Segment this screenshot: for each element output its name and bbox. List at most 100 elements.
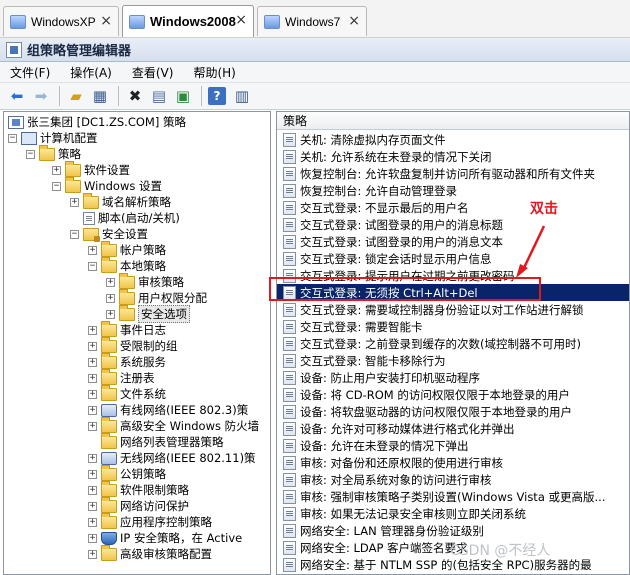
- policy-label: 审核: 对备份和还原权限的使用进行审核: [300, 455, 504, 470]
- forward-arrow-icon[interactable]: ➡: [30, 85, 52, 107]
- policy-row[interactable]: 交互式登录: 需要域控制器身份验证以对工作站进行解锁: [277, 301, 629, 318]
- back-arrow-icon[interactable]: ⬅: [6, 85, 28, 107]
- policy-row[interactable]: 设备: 允许在未登录的情况下弹出: [277, 437, 629, 454]
- expand-icon[interactable]: +: [88, 245, 97, 255]
- expand-icon[interactable]: +: [88, 501, 97, 511]
- delete-icon[interactable]: ✖: [124, 85, 146, 107]
- properties-icon[interactable]: ▤: [148, 85, 170, 107]
- expand-icon[interactable]: +: [106, 309, 115, 319]
- policy-label: 恢复控制台: 允许软盘复制并访问所有驱动器和所有文件夹: [300, 166, 596, 181]
- policy-row[interactable]: 交互式登录: 试图登录的用户的消息标题: [277, 216, 629, 233]
- tree-item-network-list[interactable]: 网络列表管理器策略: [101, 432, 224, 450]
- policy-row[interactable]: 设备: 防止用户安装打印机驱动程序: [277, 369, 629, 386]
- tree-item-app-control[interactable]: + 应用程序控制策略: [88, 512, 212, 530]
- menu-file[interactable]: 文件(F): [10, 64, 50, 81]
- expand-icon[interactable]: +: [52, 165, 61, 175]
- tree-label: 应用程序控制策略: [120, 515, 212, 529]
- folder-icon: [101, 256, 117, 273]
- collapse-icon[interactable]: −: [8, 133, 17, 143]
- expand-icon[interactable]: +: [88, 421, 97, 431]
- policy-row[interactable]: 设备: 将软盘驱动器的访问权限仅限于本地登录的用户: [277, 403, 629, 420]
- toolbar: ⬅ ➡ ▰ ▦ ✖ ▤ ▣ ? ▥: [0, 82, 630, 110]
- tab-windowsxp[interactable]: WindowsXP ×: [3, 6, 119, 36]
- tree-item-computer-config[interactable]: − 计算机配置: [8, 130, 98, 146]
- expand-icon[interactable]: +: [88, 357, 97, 367]
- tree-item-public-key[interactable]: + 公钥策略: [88, 464, 166, 482]
- tree-item-root[interactable]: 张三集团 [DC1.ZS.COM] 策略: [8, 114, 186, 130]
- menu-action[interactable]: 操作(A): [70, 64, 112, 81]
- collapse-icon[interactable]: −: [52, 181, 61, 191]
- policy-row[interactable]: 审核: 如果无法记录安全审核则立即关闭系统: [277, 505, 629, 522]
- tree-item-software-settings[interactable]: + 软件设置: [52, 160, 130, 178]
- policy-row[interactable]: 设备: 将 CD-ROM 的访问权限仅限于本地登录的用户: [277, 386, 629, 403]
- menu-view[interactable]: 查看(V): [132, 64, 174, 81]
- tree-label: 文件系统: [120, 387, 166, 401]
- expand-icon[interactable]: +: [70, 197, 79, 207]
- tree-item-ipsec[interactable]: + IP 安全策略，在 Active: [88, 530, 242, 546]
- expand-icon[interactable]: +: [88, 373, 97, 383]
- tree-item-security-options[interactable]: + 安全选项: [106, 304, 190, 323]
- tree-item-advanced-firewall[interactable]: + 高级安全 Windows 防火墙: [88, 416, 259, 434]
- expand-icon[interactable]: +: [88, 517, 97, 527]
- column-header-policy[interactable]: 策略: [277, 112, 629, 130]
- policy-row[interactable]: 交互式登录: 锁定会话时显示用户信息: [277, 250, 629, 267]
- policy-setting-icon: [283, 336, 296, 351]
- expand-icon[interactable]: +: [106, 277, 115, 287]
- tree-item-file-system[interactable]: + 文件系统: [88, 384, 166, 402]
- tree-item-wired-network[interactable]: + 有线网络(IEEE 802.3)策: [88, 402, 248, 418]
- expand-icon[interactable]: +: [88, 341, 97, 351]
- policy-row[interactable]: 交互式登录: 不显示最后的用户名: [277, 199, 629, 216]
- policy-row[interactable]: 关机: 清除虚拟内存页面文件: [277, 131, 629, 148]
- expand-icon[interactable]: +: [88, 549, 97, 559]
- view-icon[interactable]: ▥: [231, 85, 253, 107]
- policy-row[interactable]: 网络安全: LAN 管理器身份验证级别: [277, 522, 629, 539]
- tree-item-audit-policy[interactable]: + 审核策略: [106, 272, 184, 290]
- expand-icon[interactable]: +: [88, 469, 97, 479]
- policy-row[interactable]: 审核: 对备份和还原权限的使用进行审核: [277, 454, 629, 471]
- help-button[interactable]: ?: [207, 85, 229, 107]
- expand-icon[interactable]: +: [88, 325, 97, 335]
- close-icon[interactable]: ×: [100, 13, 112, 29]
- policy-row[interactable]: 恢复控制台: 允许自动管理登录: [277, 182, 629, 199]
- policy-row[interactable]: 交互式登录: 智能卡移除行为: [277, 352, 629, 369]
- collapse-icon[interactable]: −: [70, 229, 79, 239]
- tree-item-wireless-network[interactable]: + 无线网络(IEEE 802.11)策: [88, 450, 256, 466]
- close-icon[interactable]: ×: [235, 12, 247, 28]
- expand-icon[interactable]: +: [88, 533, 97, 543]
- policy-row[interactable]: 设备: 允许对可移动媒体进行格式化并弹出: [277, 420, 629, 437]
- policy-row[interactable]: 关机: 允许系统在未登录的情况下关闭: [277, 148, 629, 165]
- tree-item-event-log[interactable]: + 事件日志: [88, 320, 166, 338]
- export-list-icon[interactable]: ▣: [172, 85, 194, 107]
- show-hide-tree-icon[interactable]: ▦: [89, 85, 111, 107]
- policy-setting-icon: [283, 183, 296, 198]
- tab-windows2008[interactable]: Windows2008 ×: [122, 5, 254, 37]
- policy-row[interactable]: 交互式登录: 之前登录到缓存的次数(域控制器不可用时): [277, 335, 629, 352]
- menu-help[interactable]: 帮助(H): [193, 64, 235, 81]
- tree-item-registry[interactable]: + 注册表: [88, 368, 155, 386]
- tree-item-windows-settings[interactable]: − Windows 设置: [52, 176, 162, 194]
- policy-row[interactable]: 交互式登录: 需要智能卡: [277, 318, 629, 335]
- security-settings-icon: [83, 227, 100, 242]
- expand-icon[interactable]: +: [106, 293, 115, 303]
- collapse-icon[interactable]: −: [88, 261, 97, 271]
- expand-icon[interactable]: +: [88, 405, 97, 415]
- policy-row[interactable]: 交互式登录: 试图登录的用户的消息文本: [277, 233, 629, 250]
- tree-item-scripts[interactable]: 脚本(启动/关机): [83, 210, 180, 226]
- tree-item-system-services[interactable]: + 系统服务: [88, 352, 166, 370]
- console-tree[interactable]: 张三集团 [DC1.ZS.COM] 策略 − 计算机配置 − 策略 + 软件设置…: [3, 111, 271, 575]
- expand-icon[interactable]: +: [88, 389, 97, 399]
- expand-icon[interactable]: +: [88, 453, 97, 463]
- up-folder-icon[interactable]: ▰: [65, 85, 87, 107]
- tree-item-name-resolution[interactable]: + 域名解析策略: [70, 192, 171, 210]
- tree-item-account-policies[interactable]: + 帐户策略: [88, 240, 166, 258]
- expand-icon[interactable]: +: [88, 485, 97, 495]
- tab-windows7[interactable]: Windows7 ×: [257, 6, 367, 36]
- policy-setting-icon: [283, 557, 296, 572]
- close-icon[interactable]: ×: [348, 13, 360, 29]
- collapse-icon[interactable]: −: [26, 149, 35, 159]
- policy-list-pane[interactable]: 策略 关机: 清除虚拟内存页面文件 关机: 允许系统在未登录的情况下关闭 恢复控制台…: [276, 111, 630, 575]
- policy-row[interactable]: 恢复控制台: 允许软盘复制并访问所有驱动器和所有文件夹: [277, 165, 629, 182]
- tree-item-advanced-audit[interactable]: + 高级审核策略配置: [88, 544, 212, 562]
- policy-row[interactable]: 审核: 对全局系统对象的访问进行审核: [277, 471, 629, 488]
- policy-row[interactable]: 审核: 强制审核策略子类别设置(Windows Vista 或更高版...: [277, 488, 629, 505]
